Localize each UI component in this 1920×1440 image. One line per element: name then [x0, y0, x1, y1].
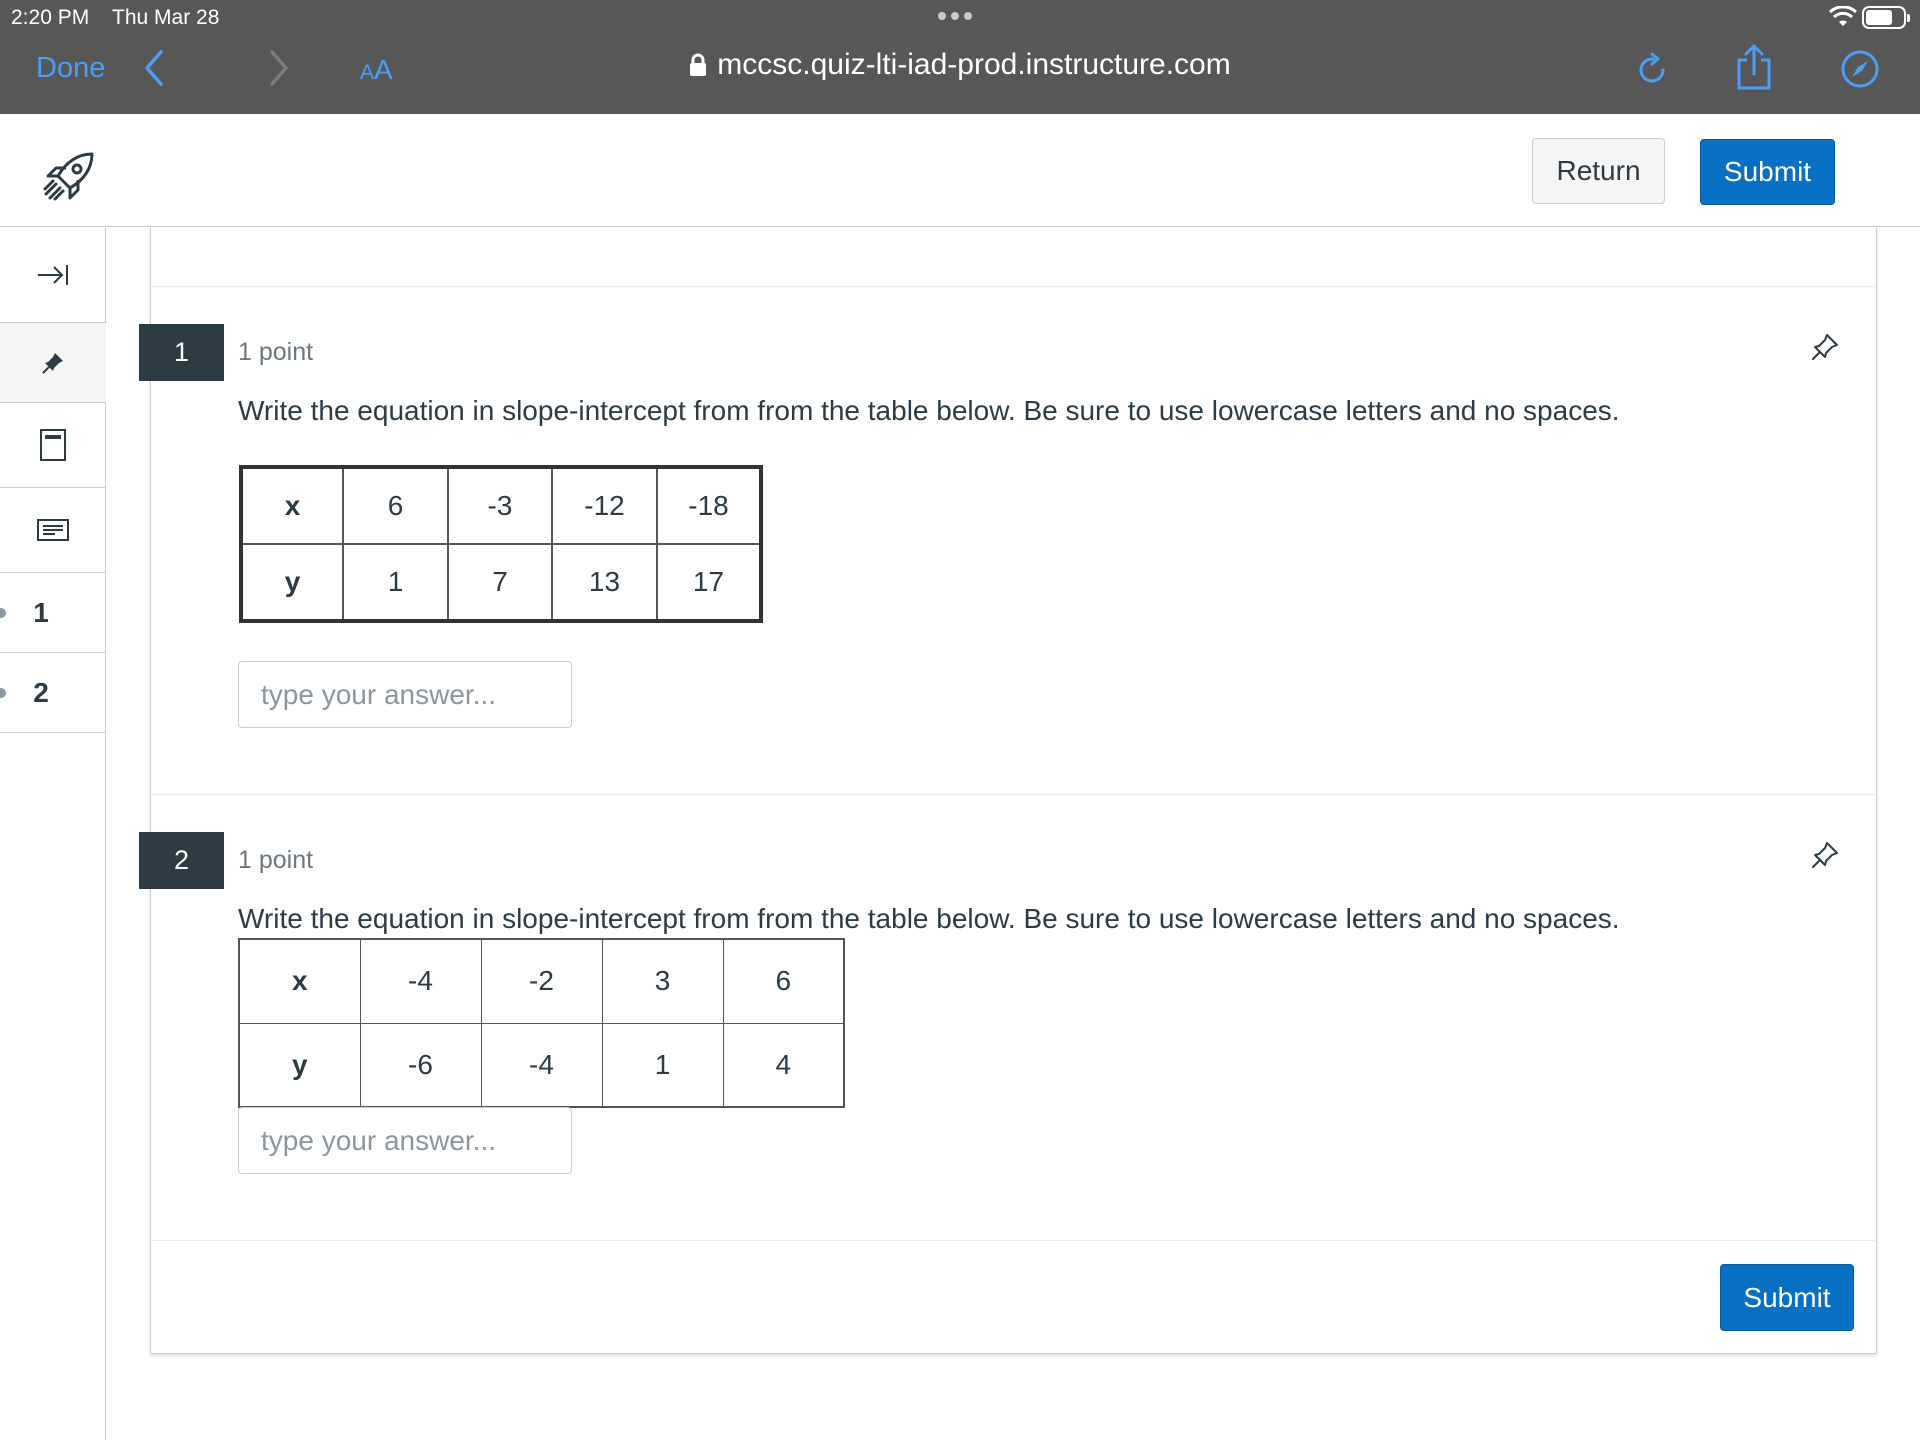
- table-cell: -4: [359, 938, 482, 1024]
- submit-button-bottom[interactable]: Submit: [1720, 1264, 1854, 1331]
- table-cell: -18: [656, 466, 762, 545]
- table-cell: 3: [601, 938, 724, 1024]
- divider: [150, 794, 1877, 795]
- data-table: x -4 -2 3 6 y -6 -4 1 4: [238, 938, 845, 1108]
- table-cell: -12: [551, 466, 658, 545]
- question-points: 1 point: [238, 846, 314, 874]
- question-text: Write the equation in slope-intercept fr…: [238, 395, 1620, 426]
- unanswered-dot: [0, 607, 6, 618]
- battery-icon: [1862, 6, 1910, 29]
- text-size-big-label: A: [374, 54, 393, 85]
- share-icon[interactable]: [1735, 44, 1773, 90]
- forward-chevron-icon[interactable]: [268, 48, 290, 88]
- more-dots-icon[interactable]: [938, 12, 972, 20]
- sidebar-question-label: 1: [33, 596, 49, 628]
- return-button[interactable]: Return: [1532, 138, 1665, 204]
- sidebar-notes[interactable]: [0, 488, 106, 573]
- table-cell: -4: [480, 1022, 603, 1108]
- table-cell: 6: [722, 938, 845, 1024]
- table-cell: x: [238, 938, 361, 1024]
- sidebar-calculator[interactable]: [0, 403, 106, 488]
- back-chevron-icon[interactable]: [143, 48, 165, 88]
- pin-question-icon[interactable]: [1810, 840, 1840, 870]
- submit-button-top[interactable]: Submit: [1700, 139, 1835, 205]
- calculator-icon: [40, 429, 66, 461]
- done-button[interactable]: Done: [36, 52, 105, 85]
- table-cell: 17: [656, 543, 762, 622]
- question-text: Write the equation in slope-intercept fr…: [238, 903, 1620, 934]
- question-number-badge: 2: [139, 832, 224, 889]
- table-cell: -6: [359, 1022, 482, 1108]
- table-row: y -6 -4 1 4: [238, 1022, 845, 1108]
- sidebar-question-2[interactable]: 2: [0, 653, 106, 733]
- table-cell: 7: [447, 543, 553, 622]
- sidebar-question-1[interactable]: 1: [0, 573, 106, 653]
- app-header: Return Submit: [0, 114, 1920, 227]
- table-cell: 1: [601, 1022, 724, 1108]
- divider: [150, 1240, 1877, 1241]
- rocket-icon: [43, 152, 94, 201]
- question-number-badge: 1: [139, 324, 224, 381]
- browser-chrome: 2:20 PM Thu Mar 28 Done AA mccsc.quiz-lt…: [0, 0, 1920, 114]
- compass-icon[interactable]: [1840, 49, 1880, 89]
- status-date: Thu Mar 28: [112, 6, 220, 29]
- question-points: 1 point: [238, 338, 314, 366]
- data-table: x 6 -3 -12 -18 y 1 7 13 17: [239, 465, 763, 623]
- unanswered-dot: [0, 687, 6, 698]
- table-cell: -2: [480, 938, 603, 1024]
- table-cell: y: [240, 543, 344, 622]
- answer-input-1[interactable]: [238, 661, 572, 728]
- table-row: x 6 -3 -12 -18: [240, 466, 762, 545]
- lock-icon: [690, 53, 707, 76]
- table-row: x -4 -2 3 6: [238, 938, 845, 1024]
- sidebar-question-label: 2: [33, 676, 49, 708]
- table-cell: 13: [551, 543, 658, 622]
- sidebar-pinned[interactable]: [0, 323, 106, 403]
- status-time: 2:20 PM: [11, 6, 90, 29]
- table-cell: 1: [342, 543, 449, 622]
- table-cell: x: [240, 466, 344, 545]
- table-cell: 4: [722, 1022, 845, 1108]
- text-size-button[interactable]: AA: [360, 54, 393, 86]
- answer-input-2[interactable]: [238, 1107, 572, 1174]
- notes-icon: [37, 519, 69, 541]
- collapse-arrow-icon: [38, 265, 68, 285]
- table-row: y 1 7 13 17: [240, 543, 762, 622]
- table-cell: 6: [342, 466, 449, 545]
- divider: [150, 286, 1877, 287]
- sidebar-expand[interactable]: [0, 228, 106, 323]
- pin-question-icon[interactable]: [1810, 332, 1840, 362]
- address-bar[interactable]: mccsc.quiz-lti-iad-prod.instructure.com: [689, 48, 1231, 82]
- table-cell: -3: [447, 466, 553, 545]
- text-size-small-label: A: [360, 61, 375, 84]
- quiz-title-clipped: ▔▔ ▔ ▔ ▔ ▔▔ ▔ ▔ ▔ ▔ ▔▔: [225, 214, 1025, 228]
- pin-icon: [42, 352, 63, 374]
- quiz-sidebar: 1 2: [0, 228, 106, 1440]
- wifi-icon: [1829, 6, 1857, 26]
- url-text: mccsc.quiz-lti-iad-prod.instructure.com: [717, 48, 1231, 81]
- reload-icon[interactable]: [1637, 52, 1669, 86]
- table-cell: y: [238, 1022, 361, 1108]
